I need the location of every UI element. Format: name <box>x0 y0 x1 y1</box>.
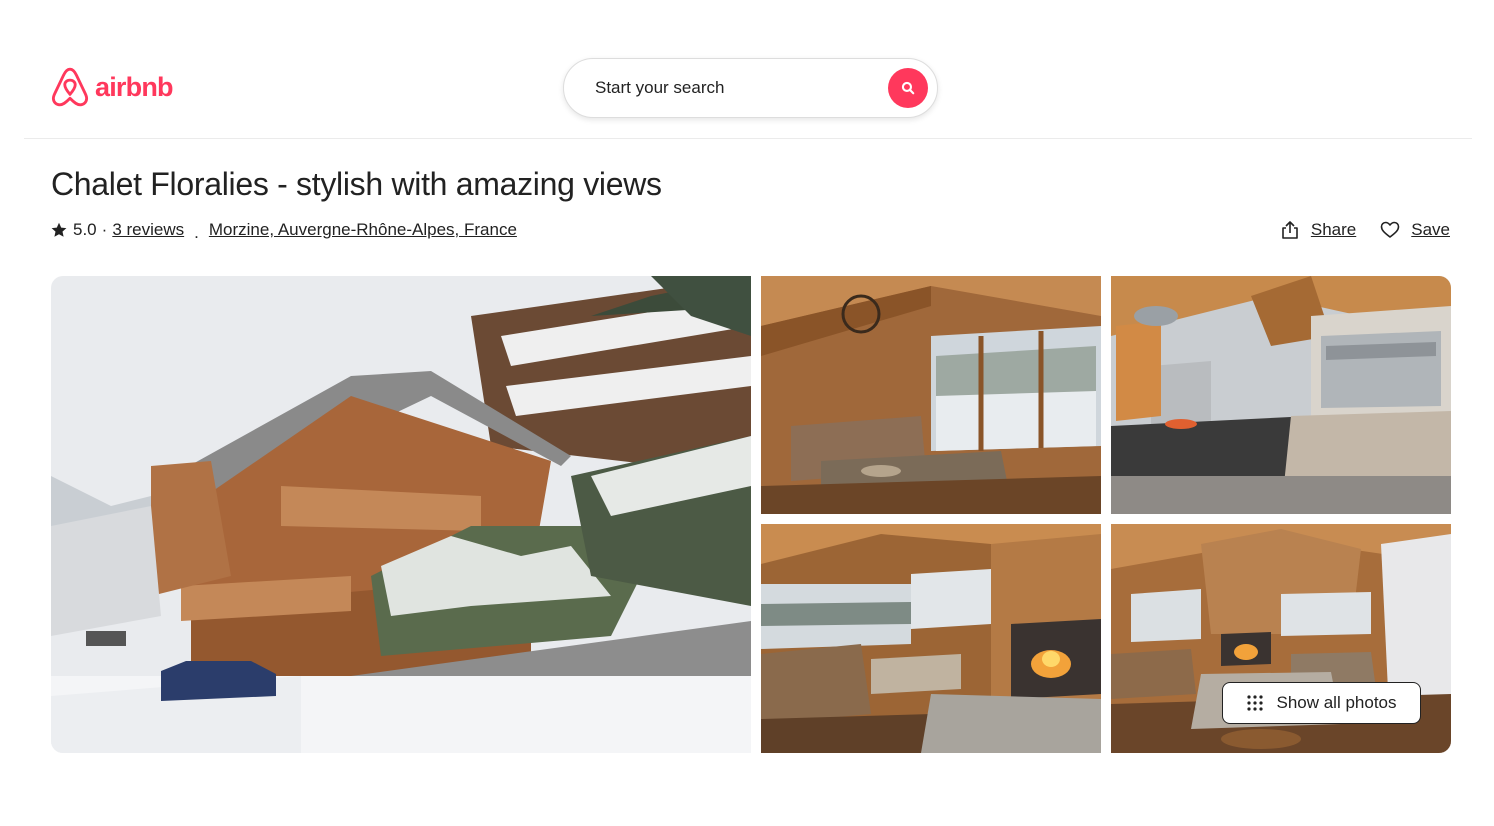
gallery-photo-4[interactable] <box>761 524 1101 753</box>
listing-meta: 5.0 · 3 reviews . Morzine, Auvergne-Rhôn… <box>51 220 517 242</box>
gallery-photo-3[interactable] <box>1111 276 1451 514</box>
save-label: Save <box>1411 220 1450 239</box>
save-button[interactable]: Save <box>1380 220 1450 240</box>
search-placeholder: Start your search <box>595 78 725 97</box>
listing-actions: Share Save <box>1256 220 1450 240</box>
search-button[interactable] <box>888 68 928 108</box>
chalet-exterior-image <box>51 276 751 753</box>
kitchen-image <box>1111 276 1451 514</box>
brand-name: airbnb <box>95 71 174 102</box>
search-icon <box>901 81 915 95</box>
gallery-photo-main[interactable] <box>51 276 751 753</box>
living-room-image <box>761 276 1101 514</box>
location-separator: . <box>194 223 199 242</box>
airbnb-logo[interactable]: airbnb <box>51 66 174 108</box>
show-all-photos-button[interactable]: Show all photos <box>1222 682 1421 724</box>
location-link[interactable]: Morzine, Auvergne-Rhône-Alpes, France <box>209 220 517 240</box>
top-header: airbnb Start your search <box>24 0 1472 139</box>
share-button[interactable]: Share <box>1280 220 1356 240</box>
rating-value: 5.0 <box>73 220 97 239</box>
listing-title: Chalet Floralies - stylish with amazing … <box>51 166 662 202</box>
gallery-photo-2[interactable] <box>761 276 1101 514</box>
share-label: Share <box>1310 220 1357 239</box>
heart-icon <box>1380 221 1400 238</box>
lounge-fireplace-image <box>761 524 1101 753</box>
reviews-link[interactable]: 3 reviews <box>112 220 184 240</box>
share-icon <box>1282 221 1298 239</box>
rating-separator: · <box>101 220 108 239</box>
search-bar[interactable]: Start your search <box>563 58 938 118</box>
grid-dots-icon <box>1247 695 1264 711</box>
photo-gallery: Show all photos <box>51 276 1451 753</box>
show-all-photos-label: Show all photos <box>1276 693 1397 712</box>
star-icon <box>51 222 67 237</box>
airbnb-logo-icon <box>51 67 89 107</box>
